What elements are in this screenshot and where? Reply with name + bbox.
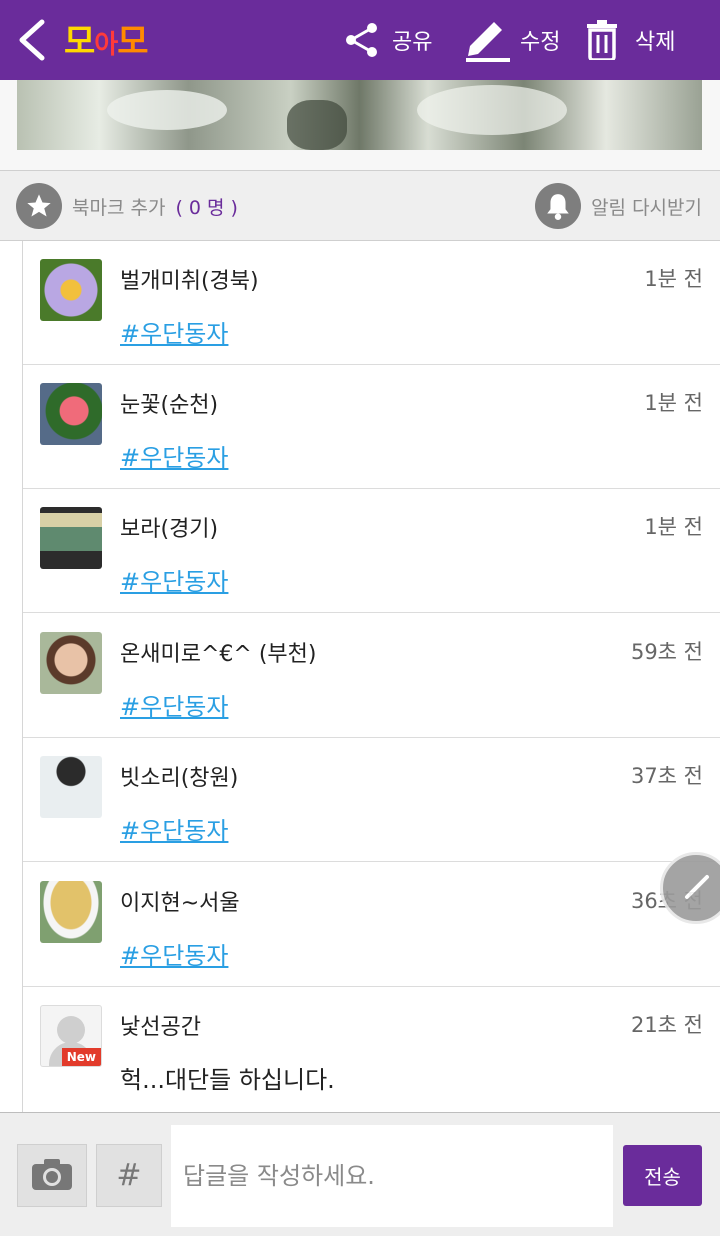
post-image-area [0,80,720,170]
comment-list: 벌개미취(경북) 1분 전 #우단동자 눈꽃(순천) 1분 전 #우단동자 보라… [22,241,720,1112]
share-button[interactable]: 공유 [342,20,432,60]
new-badge: New [61,1048,101,1066]
reply-input[interactable] [171,1125,613,1227]
app-logo[interactable]: 모아모 [64,14,148,63]
comment-time: 37초 전 [630,764,703,788]
bookmark-bar: 북마크 추가 ( 0 명 ) 알림 다시받기 [0,170,720,241]
avatar[interactable]: New [40,1005,102,1067]
camera-button[interactable] [17,1144,87,1207]
reply-bar: # 전송 [0,1112,720,1236]
comment-item[interactable]: 이지현~서울 36초 전 #우단동자 [23,863,720,987]
delete-button[interactable]: 삭제 [585,20,675,60]
bookmark-add-button[interactable]: 북마크 추가 ( 0 명 ) [16,183,238,229]
avatar[interactable] [40,756,102,818]
send-button[interactable]: 전송 [623,1145,702,1206]
comment-item[interactable]: 벌개미취(경북) 1분 전 #우단동자 [23,241,720,365]
edit-button[interactable]: 수정 [464,18,561,62]
comment-time: 21초 전 [630,1013,703,1037]
avatar[interactable] [40,881,102,943]
comment-time: 1분 전 [644,391,703,415]
hashtag-button[interactable]: # [96,1144,162,1207]
bell-icon [535,183,582,229]
comment-item[interactable]: 온새미로^€^ (부천) 59초 전 #우단동자 [23,614,720,738]
delete-label: 삭제 [635,30,676,55]
share-label: 공유 [392,30,433,55]
comment-hashtag[interactable]: #우단동자 [120,314,228,349]
notify-again-button[interactable]: 알림 다시받기 [535,183,702,229]
comment-author[interactable]: 벌개미취(경북) [120,263,259,295]
comment-item[interactable]: 눈꽃(순천) 1분 전 #우단동자 [23,365,720,489]
bookmark-label: 북마크 추가 [72,196,166,219]
bookmark-count: ( 0 명 ) [175,196,238,219]
comment-time: 1분 전 [644,267,703,291]
avatar[interactable] [40,632,102,694]
avatar[interactable] [40,259,102,321]
comment-author[interactable]: 낯선공간 [120,1009,201,1041]
comment-hashtag[interactable]: #우단동자 [120,811,228,846]
comment-item[interactable]: 빗소리(창원) 37초 전 #우단동자 [23,738,720,862]
comment-item[interactable]: New 낯선공간 21초 전 헉...대단들 하십니다. [23,987,720,1111]
comment-item[interactable]: 보라(경기) 1분 전 #우단동자 [23,489,720,613]
back-arrow-icon[interactable] [14,16,54,64]
pencil-icon [464,18,510,62]
top-bar: 모아모 공유 수정 삭제 [0,0,720,80]
comment-author[interactable]: 이지현~서울 [120,885,240,917]
camera-icon [30,1156,74,1196]
comment-author[interactable]: 빗소리(창원) [120,760,238,792]
logo-char-3: 모 [117,22,148,62]
edit-label: 수정 [520,30,561,55]
logo-char-2: 아 [94,30,118,60]
trash-icon [585,20,619,60]
comment-time: 59초 전 [630,640,703,664]
logo-char-1: 모 [64,22,95,62]
comment-author[interactable]: 눈꽃(순천) [120,387,218,419]
comment-text: 헉...대단들 하십니다. [120,1066,335,1094]
avatar[interactable] [40,507,102,569]
comment-hashtag[interactable]: #우단동자 [120,562,228,597]
avatar[interactable] [40,383,102,445]
star-icon [16,183,62,229]
comment-time: 1분 전 [644,515,703,539]
comment-author[interactable]: 온새미로^€^ (부천) [120,636,316,668]
comment-hashtag[interactable]: #우단동자 [120,687,228,722]
share-icon [342,20,382,60]
default-user-icon [57,1016,85,1044]
notify-label: 알림 다시받기 [591,196,702,219]
comment-hashtag[interactable]: #우단동자 [120,438,228,473]
comment-author[interactable]: 보라(경기) [120,511,218,543]
comment-hashtag[interactable]: #우단동자 [120,936,228,971]
post-photo [17,80,702,150]
